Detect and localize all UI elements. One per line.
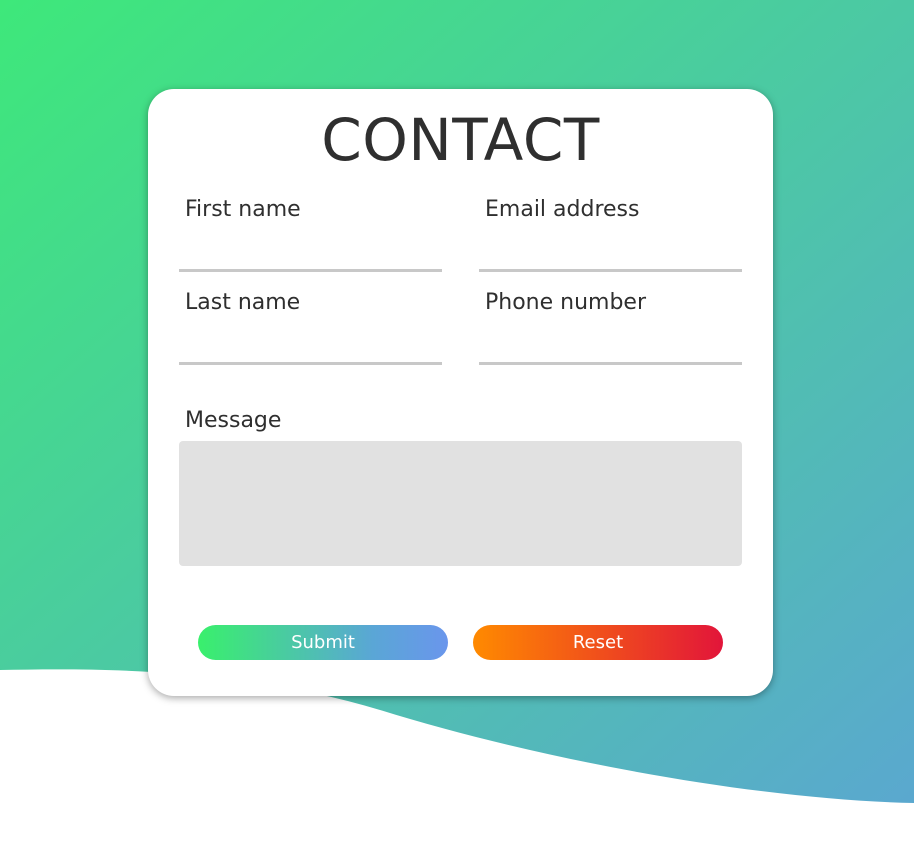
last-name-label: Last name [185, 290, 301, 315]
last-name-field: Last name [179, 289, 442, 369]
phone-field: Phone number [479, 289, 742, 369]
page: CONTACT First name Email address Last na… [0, 0, 914, 841]
message-label: Message [185, 408, 282, 433]
submit-button[interactable]: Submit [198, 625, 448, 660]
form-title: CONTACT [321, 106, 600, 174]
email-field: Email address [479, 196, 742, 276]
last-name-input[interactable] [179, 317, 442, 365]
phone-label: Phone number [485, 290, 647, 315]
first-name-input[interactable] [179, 224, 442, 272]
first-name-field: First name [179, 196, 442, 276]
email-input[interactable] [479, 224, 742, 272]
message-textarea[interactable] [179, 441, 742, 566]
first-name-label: First name [185, 197, 301, 222]
email-label: Email address [485, 197, 640, 222]
phone-input[interactable] [479, 317, 742, 365]
contact-form-card: CONTACT First name Email address Last na… [148, 89, 773, 696]
reset-button[interactable]: Reset [473, 625, 723, 660]
